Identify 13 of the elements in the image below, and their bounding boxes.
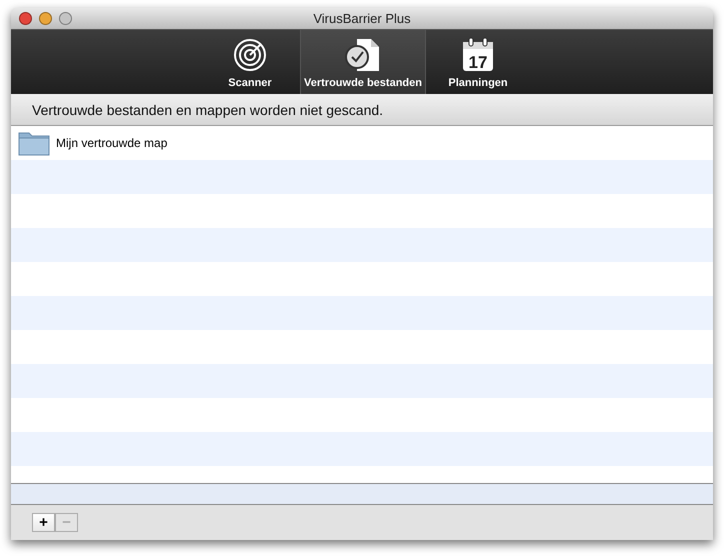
toolbar-tab[interactable]: Scanner [200, 30, 300, 94]
radar-icon [233, 38, 267, 72]
toolbar-tab[interactable]: Vertrouwde bestanden [300, 30, 426, 94]
minimize-button[interactable] [39, 12, 52, 25]
toolbar-tab[interactable]: 17 Planningen [426, 30, 530, 94]
close-button[interactable] [19, 12, 32, 25]
info-text: Vertrouwde bestanden en mappen worden niet gescand. [32, 102, 384, 118]
folder-name[interactable]: Mijn vertrouwde map [56, 136, 168, 150]
window-title: VirusBarrier Plus [313, 11, 411, 26]
folder-icon [18, 130, 50, 156]
document-check-icon [345, 38, 381, 72]
zoom-button[interactable] [59, 12, 72, 25]
add-button[interactable]: + [32, 513, 55, 532]
